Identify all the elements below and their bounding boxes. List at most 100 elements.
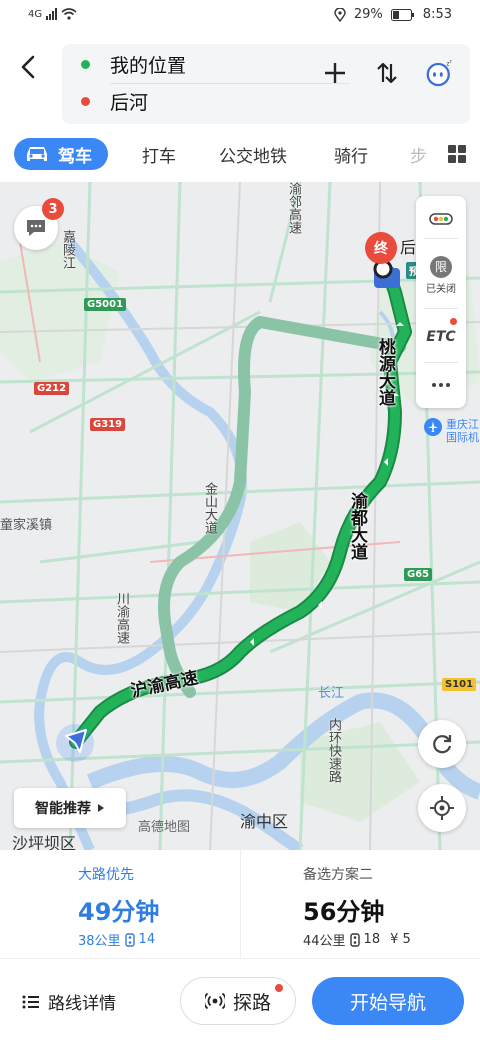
map-tools-panel: 限 已关闭 ETC — [416, 196, 466, 408]
route-option-meta: 38公里 14 — [78, 930, 155, 949]
traffic-toggle[interactable] — [416, 202, 466, 236]
start-point-field[interactable]: 我的位置 — [62, 47, 302, 81]
signal-icon — [46, 8, 58, 20]
location-icon — [334, 7, 346, 22]
road-badge: S101 — [442, 678, 477, 691]
status-left: 4G — [28, 8, 77, 20]
traffic-limit-toggle[interactable]: 限 已关闭 — [416, 242, 466, 308]
route-distance: 44公里 — [303, 934, 346, 949]
traffic-light-count: 18 — [363, 932, 381, 947]
map-label: 川渝高速 — [114, 592, 129, 644]
map-label: 童家溪镇 — [0, 518, 53, 533]
airport-poi[interactable]: 重庆江 国际机 — [424, 418, 479, 444]
limit-icon: 限 — [430, 255, 452, 278]
status-bar: 4G 29% 8:53 — [0, 0, 480, 34]
destination-marker[interactable]: 终 — [365, 232, 397, 264]
explore-route-button[interactable]: 探路 — [180, 977, 296, 1025]
current-location-marker — [56, 724, 94, 762]
route-option-name: 备选方案二 — [303, 867, 373, 883]
route-option-time: 49分钟 — [78, 898, 160, 926]
traffic-light-count: 14 — [138, 932, 156, 947]
divider — [424, 238, 458, 239]
tab-transit[interactable]: 公交地铁 — [219, 138, 287, 170]
route-options: 大路优先 49分钟 38公里 14 备选方案二 56分钟 44公里 18 ¥ 5 — [0, 850, 480, 958]
status-right: 29% 8:53 — [334, 7, 452, 22]
tab-taxi[interactable]: 打车 — [142, 138, 176, 170]
destination-label: 后 — [400, 238, 417, 257]
refresh-route-button[interactable] — [418, 720, 466, 768]
map-watermark: 高德地图 — [138, 820, 191, 835]
airplane-icon — [424, 418, 442, 436]
crosshair-icon — [430, 796, 454, 820]
add-waypoint-button[interactable] — [320, 58, 350, 88]
divider — [424, 308, 458, 309]
network-type: 4G — [28, 8, 43, 20]
tab-drive[interactable]: 驾车 — [14, 138, 108, 170]
traffic-light-icon — [349, 932, 360, 947]
divider — [424, 362, 458, 363]
map-label: 沙坪坝区 — [12, 834, 77, 850]
start-point-label: 我的位置 — [110, 54, 187, 77]
swap-icon — [377, 62, 397, 84]
route-input-box: 我的位置 后河 zz — [62, 44, 470, 124]
navigation-arrow-icon — [65, 729, 87, 753]
road-badge: G212 — [34, 382, 70, 395]
more-modes-icon[interactable] — [448, 145, 466, 163]
map-label: 渝中区 — [240, 812, 289, 831]
chevron-left-icon — [21, 55, 35, 79]
route-option-time: 56分钟 — [303, 898, 385, 926]
smart-recommend-button[interactable]: 智能推荐 — [14, 788, 126, 828]
route-road-label: 桃源大道 — [375, 338, 395, 406]
back-button[interactable] — [14, 52, 44, 82]
battery-icon — [390, 8, 414, 21]
map-label: 嘉陵江 — [60, 230, 75, 269]
route-option-selected[interactable]: 大路优先 49分钟 38公里 14 — [0, 850, 240, 958]
road-badge: G5001 — [84, 298, 127, 311]
explore-notice-dot — [275, 984, 283, 992]
airport-name: 重庆江 国际机 — [446, 418, 479, 444]
broadcast-icon — [204, 992, 225, 1010]
clock: 8:53 — [422, 7, 452, 22]
road-badge: G319 — [90, 418, 126, 431]
end-point-field[interactable]: 后河 — [62, 84, 302, 118]
route-option-meta: 44公里 18 ¥ 5 — [303, 930, 411, 949]
map-label: 长江 — [318, 686, 345, 701]
plus-icon — [325, 63, 345, 83]
transport-tabs: 驾车 打车 公交地铁 骑行 步 — [0, 130, 480, 180]
assistant-button[interactable]: zz — [424, 58, 454, 88]
etc-toggle[interactable]: ETC — [416, 312, 466, 362]
more-icon — [432, 383, 450, 387]
assistant-icon: zz — [426, 59, 453, 87]
battery-percent: 29% — [353, 7, 383, 22]
traffic-light-icon — [124, 932, 135, 947]
start-navigation-button[interactable]: 开始导航 — [312, 977, 464, 1025]
smart-recommend-label: 智能推荐 — [35, 801, 91, 817]
swap-button[interactable] — [372, 58, 402, 88]
airport-name-line: 国际机 — [446, 431, 479, 444]
message-icon — [27, 220, 45, 236]
traffic-light-icon — [429, 213, 453, 225]
tab-drive-label: 驾车 — [58, 146, 92, 167]
explore-route-label: 探路 — [232, 991, 271, 1014]
list-icon — [22, 995, 39, 1008]
route-option-alternative[interactable]: 备选方案二 56分钟 44公里 18 ¥ 5 — [240, 850, 480, 958]
map-label: 内环快速路 — [326, 718, 341, 783]
route-header: 我的位置 后河 zz — [0, 34, 480, 130]
locate-me-button[interactable] — [418, 784, 466, 832]
etc-notice-dot — [450, 318, 457, 325]
airport-name-line: 重庆江 — [446, 418, 479, 431]
triangle-right-icon — [98, 804, 104, 812]
bottom-action-bar: 路线详情 探路 开始导航 — [0, 958, 480, 1040]
map-label: 金山大道 — [202, 482, 217, 534]
car-icon — [27, 147, 47, 161]
limit-caption: 已关闭 — [426, 283, 456, 295]
route-details-button[interactable]: 路线详情 — [22, 989, 116, 1014]
road-badge: G65 — [404, 568, 433, 581]
tab-bike[interactable]: 骑行 — [334, 138, 368, 170]
route-distance: 38公里 — [78, 934, 121, 949]
toll-fee: ¥ 5 — [390, 932, 411, 947]
tab-walk[interactable]: 步 — [410, 138, 427, 170]
map-label: 渝邻高速 — [286, 182, 301, 234]
more-tools-button[interactable] — [416, 366, 466, 404]
map-view[interactable]: G5001 G212 G319 G65 S101 童家溪镇 沙坪坝区 渝中区 长… — [0, 182, 480, 850]
